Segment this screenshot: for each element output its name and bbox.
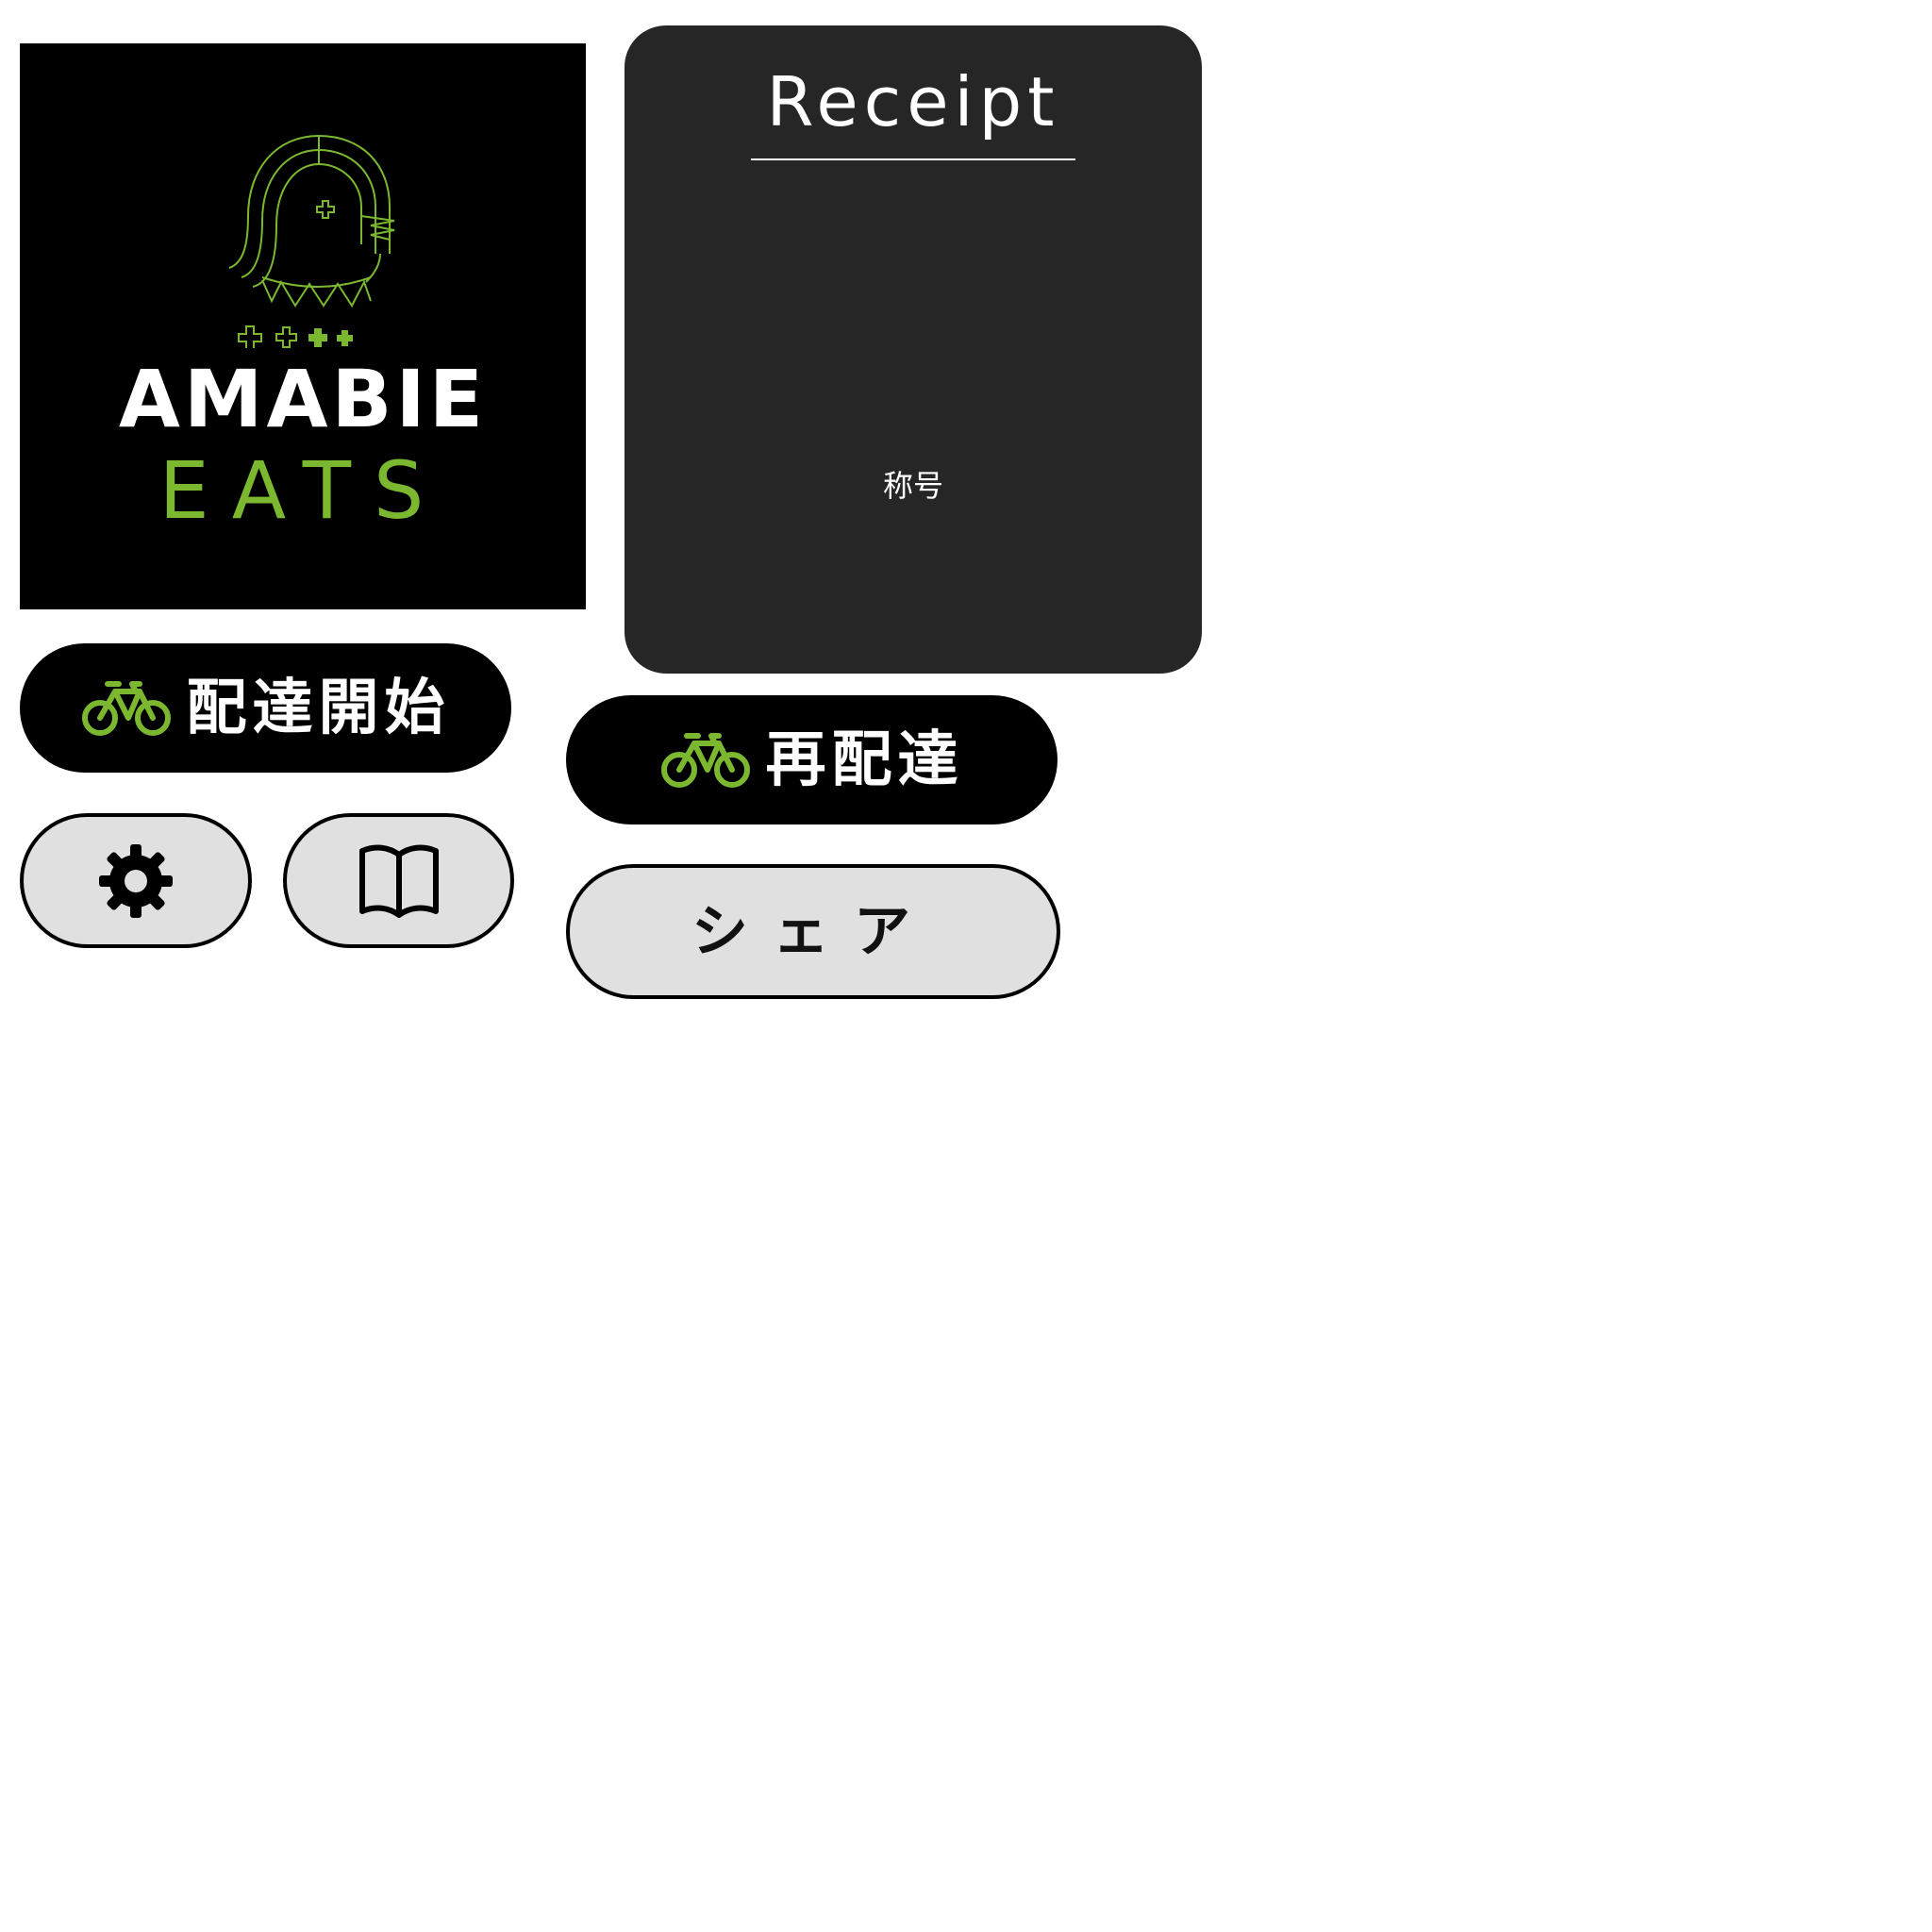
bicycle-icon [660, 732, 750, 788]
receipt-card: Receipt 称号 [625, 25, 1202, 674]
share-label: シェア [691, 898, 935, 965]
amabie-mascot-icon [228, 134, 395, 348]
receipt-title-label: 称号 [882, 468, 943, 504]
book-icon [358, 844, 439, 918]
bicycle-icon [81, 680, 171, 736]
brand-wordmark-line-2: EATS [158, 444, 447, 537]
logo-panel: AMABIE EATS [20, 43, 586, 609]
redelivery-label: 再配達 [765, 724, 964, 795]
guide-book-button[interactable] [283, 813, 514, 948]
receipt-title: Receipt [766, 62, 1060, 142]
start-delivery-label: 配達開始 [186, 673, 451, 743]
gear-icon [99, 843, 173, 918]
settings-button[interactable] [20, 813, 252, 948]
receipt-title-divider [751, 158, 1075, 160]
brand-wordmark-line-1: AMABIE [118, 353, 488, 445]
share-button[interactable]: シェア [566, 864, 1060, 999]
start-delivery-button[interactable]: 配達開始 [20, 643, 511, 773]
redelivery-button[interactable]: 再配達 [566, 695, 1058, 824]
